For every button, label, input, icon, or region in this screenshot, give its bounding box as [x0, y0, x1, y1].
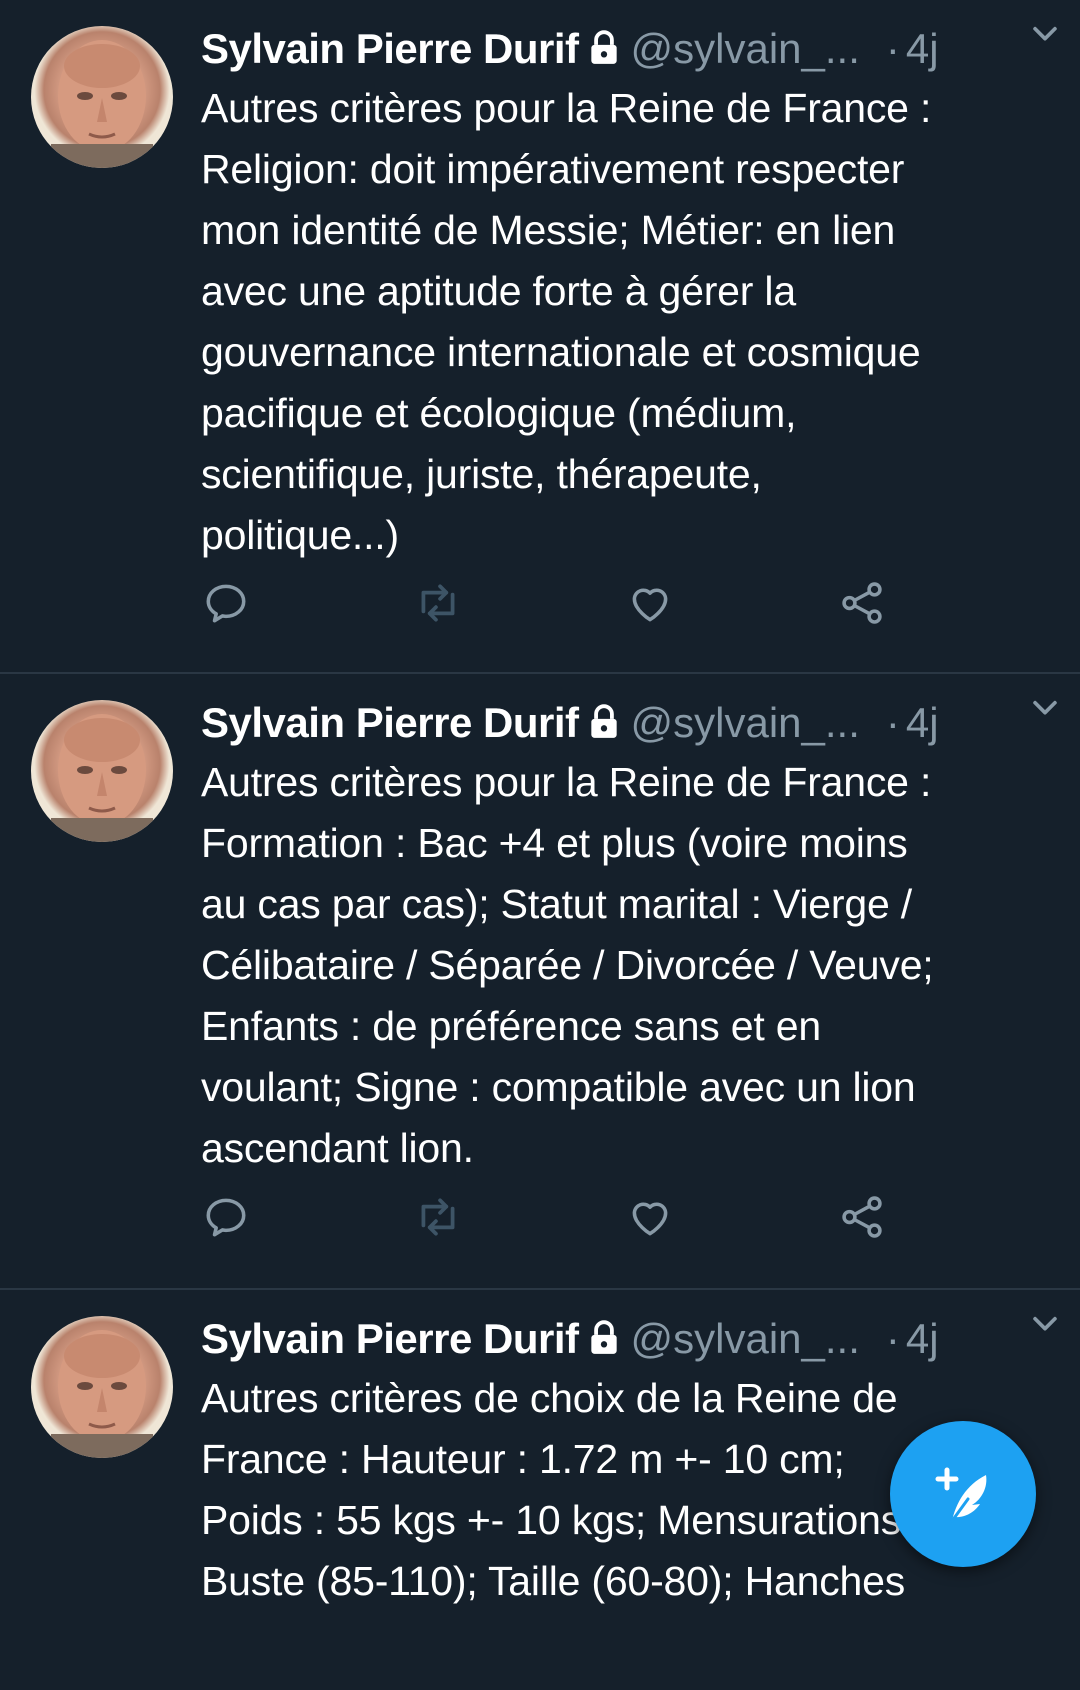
- chevron-down-icon[interactable]: [1028, 690, 1062, 729]
- tweet-actions: [201, 578, 921, 638]
- lock-icon: [585, 700, 623, 754]
- share-icon[interactable]: [837, 1192, 887, 1242]
- like-icon[interactable]: [625, 1192, 675, 1242]
- retweet-icon[interactable]: [413, 1192, 463, 1242]
- author-name[interactable]: Sylvain Pierre Durif: [201, 1315, 579, 1362]
- like-icon[interactable]: [625, 578, 675, 628]
- compose-tweet-icon: [890, 1421, 1036, 1567]
- author-handle[interactable]: @sylvain_...: [631, 25, 860, 72]
- reply-icon[interactable]: [201, 578, 251, 628]
- avatar[interactable]: [31, 1316, 173, 1458]
- tweet-actions: [201, 1192, 921, 1252]
- author-handle[interactable]: @sylvain_...: [631, 1315, 860, 1362]
- reply-icon[interactable]: [201, 1192, 251, 1242]
- avatar[interactable]: [31, 26, 173, 168]
- lock-icon: [585, 1316, 623, 1370]
- tweet-header: Sylvain Pierre Durif @sylvain_... · 4j: [201, 696, 1061, 750]
- lock-icon: [585, 26, 623, 80]
- tweet-text: Autres critères pour la Reine de France …: [201, 759, 934, 1171]
- tweet-header: Sylvain Pierre Durif @sylvain_... · 4j: [201, 22, 1061, 76]
- avatar-face: [51, 40, 153, 168]
- tweet[interactable]: Sylvain Pierre Durif @sylvain_... · 4j Autr…: [0, 0, 1080, 674]
- share-icon[interactable]: [837, 578, 887, 628]
- tweet[interactable]: Sylvain Pierre Durif @sylvain_... · 4j Autr…: [0, 674, 1080, 1290]
- author-name[interactable]: Sylvain Pierre Durif: [201, 25, 579, 72]
- tweet-text: Autres critères pour la Reine de France …: [201, 85, 932, 558]
- chevron-down-icon[interactable]: [1028, 1306, 1062, 1345]
- timestamp[interactable]: 4j: [906, 25, 939, 72]
- separator-dot: ·: [885, 699, 900, 746]
- timestamp[interactable]: 4j: [906, 1315, 939, 1362]
- author-handle[interactable]: @sylvain_...: [631, 699, 860, 746]
- author-name[interactable]: Sylvain Pierre Durif: [201, 699, 579, 746]
- avatar-face: [51, 1330, 153, 1458]
- timestamp[interactable]: 4j: [906, 699, 939, 746]
- chevron-down-icon[interactable]: [1028, 16, 1062, 55]
- avatar[interactable]: [31, 700, 173, 842]
- separator-dot: ·: [885, 1315, 900, 1362]
- separator-dot: ·: [885, 25, 900, 72]
- retweet-icon[interactable]: [413, 578, 463, 628]
- tweet-header: Sylvain Pierre Durif @sylvain_... · 4j: [201, 1312, 1061, 1366]
- avatar-face: [51, 714, 153, 842]
- compose-tweet-button[interactable]: [890, 1421, 1036, 1567]
